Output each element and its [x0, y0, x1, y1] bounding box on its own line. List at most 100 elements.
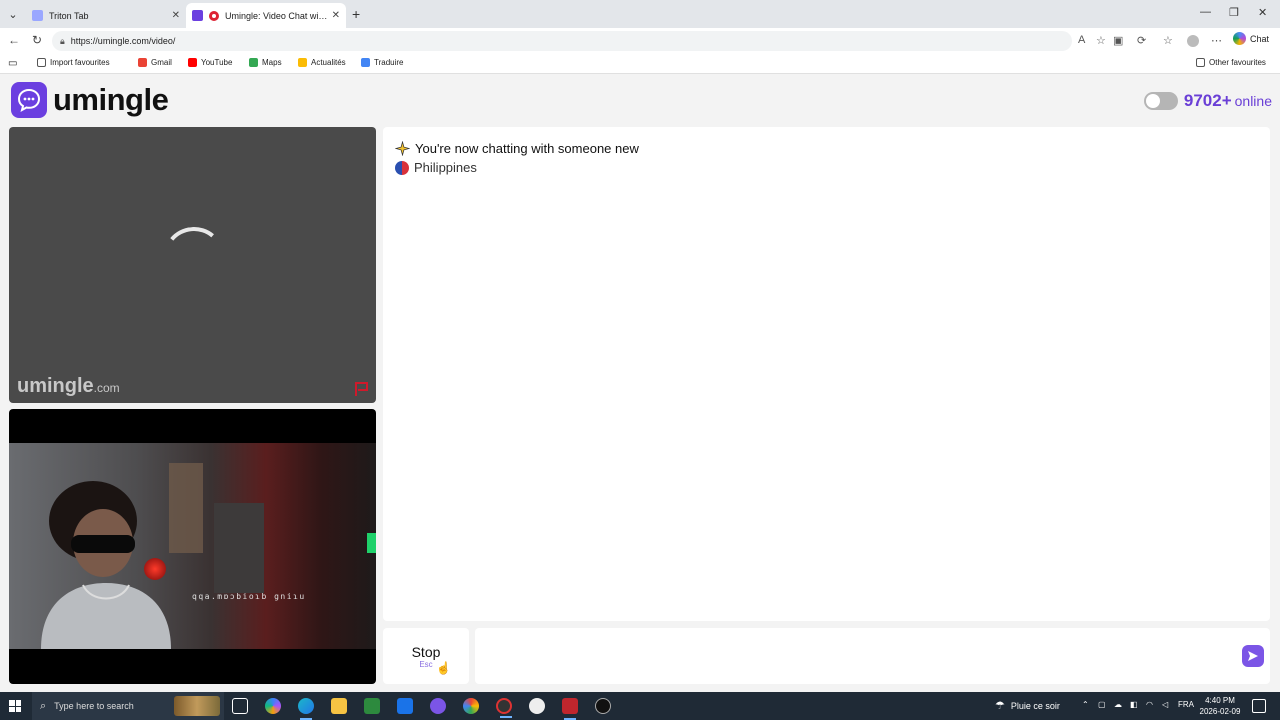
read-aloud-icon[interactable]: A	[1078, 34, 1085, 46]
show-hidden-icons-icon[interactable]: ⌃	[1082, 700, 1089, 709]
taskbar-clock[interactable]: 4:40 PM 2026-02-09	[1198, 695, 1242, 717]
close-tab-icon[interactable]: ✕	[332, 10, 340, 21]
clock-time: 4:40 PM	[1205, 696, 1235, 705]
stop-button[interactable]: Stop Esc	[383, 628, 469, 684]
maximize-icon[interactable]: ❐	[1229, 6, 1239, 19]
weather-widget[interactable]: ☂ Pluie ce soir	[995, 699, 1060, 712]
notifications-icon[interactable]	[1252, 699, 1266, 713]
stop-label: Stop	[411, 643, 441, 660]
app-icon-dark[interactable]	[595, 698, 611, 714]
close-tab-icon[interactable]: ✕	[172, 10, 180, 21]
reload-icon[interactable]: ↻	[32, 33, 42, 47]
address-bar[interactable]: 🔒︎ https://umingle.com/video/	[52, 31, 1072, 51]
tab-title: Umingle: Video Chat with Stra	[225, 10, 328, 21]
report-flag-icon[interactable]	[354, 381, 370, 397]
bookmark-label: Other favourites	[1209, 58, 1266, 67]
taskbar-search[interactable]: ⌕ Type here to search	[32, 692, 224, 720]
chat-country-text: Philippines	[414, 160, 477, 175]
profile-avatar[interactable]	[1187, 35, 1199, 47]
watermark-suffix: .com	[93, 381, 120, 395]
bookmark-label: Import favourites	[50, 58, 110, 67]
wifi-icon[interactable]: ◠	[1146, 700, 1153, 709]
bookmark-youtube[interactable]: YouTube	[188, 58, 232, 67]
message-input[interactable]	[475, 628, 1270, 684]
favourites-icon[interactable]: ☆	[1163, 34, 1173, 47]
bookmarks-menu-icon[interactable]: ▭	[8, 58, 17, 69]
windows-taskbar: ⌕ Type here to search ☂ Pluie ce soir ⌃ …	[0, 692, 1280, 720]
bookmark-maps[interactable]: Maps	[249, 58, 282, 67]
wall-poster-image	[169, 463, 203, 553]
recorder-icon[interactable]	[496, 698, 512, 718]
rain-cloud-icon: ☂	[995, 700, 1005, 712]
app-icon-purple[interactable]	[430, 698, 446, 714]
tab-umingle[interactable]: Umingle: Video Chat with Stra ✕	[186, 3, 346, 28]
sparkle-icon	[395, 141, 410, 156]
store-icon[interactable]	[364, 698, 380, 714]
close-window-icon[interactable]: ✕	[1258, 6, 1267, 19]
lock-icon: 🔒︎	[60, 35, 65, 46]
outlook-icon[interactable]	[397, 698, 413, 714]
refresh-extension-icon[interactable]: ⟳	[1137, 34, 1146, 47]
camera-icon[interactable]: ▣	[1113, 34, 1123, 47]
browser-toolbar: ← ↻ 🔒︎ https://umingle.com/video/ A ☆ ▣ …	[0, 28, 1280, 54]
back-arrow-icon[interactable]: ←	[8, 33, 20, 47]
bookmark-traduire[interactable]: Traduire	[361, 58, 404, 67]
news-icon	[298, 58, 307, 67]
recording-indicator-icon	[209, 10, 219, 21]
volume-icon[interactable]: ◁	[1162, 700, 1168, 709]
bookmark-actualites[interactable]: Actualités	[298, 58, 346, 67]
chat-panel: You're now chatting with someone new Phi…	[383, 127, 1270, 621]
online-count: 9702+	[1183, 91, 1232, 110]
app-icon-circle[interactable]	[529, 698, 545, 714]
bookmark-gmail[interactable]: Gmail	[138, 58, 172, 67]
new-tab-plus-icon[interactable]: +	[352, 6, 360, 22]
wall-art-image	[214, 503, 264, 593]
send-arrow-icon	[1248, 651, 1258, 661]
watermark-text: umingle	[17, 375, 94, 397]
philippines-flag-icon	[395, 160, 409, 175]
video-watermark: umingle.com	[17, 375, 120, 398]
copilot-chat-button[interactable]: Chat	[1233, 32, 1269, 45]
other-favourites[interactable]: Other favourites	[1196, 58, 1266, 67]
hand-cursor-icon: ☝	[436, 661, 451, 675]
windows-start-icon[interactable]	[9, 700, 21, 712]
task-view-icon[interactable]	[232, 698, 248, 714]
local-video: qqa.mɒɔbioɿb gniɿu	[9, 409, 376, 684]
theme-toggle[interactable]	[1143, 92, 1178, 110]
clock-date: 2026-02-09	[1199, 707, 1241, 716]
chat-country-line: Philippines	[395, 160, 477, 175]
edge-taskbar-icon[interactable]	[298, 698, 314, 720]
send-button[interactable]	[1242, 645, 1264, 667]
tray-network-icon[interactable]: ◧	[1130, 700, 1138, 709]
url-text: https://umingle.com/video/	[70, 36, 176, 46]
stop-shortcut: Esc	[419, 659, 433, 669]
tray-cloud-icon[interactable]: ☁	[1114, 700, 1122, 709]
brand-logo-link[interactable]: umingle	[11, 82, 169, 118]
browser-tab-bar: ⌄ Triton Tab ✕ Umingle: Video Chat with …	[0, 0, 1280, 28]
bookmark-import-favourites[interactable]: Import favourites	[37, 58, 110, 67]
brand-name: umingle	[53, 82, 169, 117]
app-icon-red[interactable]	[562, 698, 578, 720]
tab-list-chevron-icon[interactable]: ⌄	[4, 5, 22, 23]
toggle-knob	[1145, 94, 1160, 108]
umingle-page: umingle 9702+ online umingle.com qqa.mɒɔ…	[0, 75, 1280, 692]
copilot-taskbar-icon[interactable]	[265, 698, 281, 714]
chrome-icon[interactable]	[463, 698, 479, 714]
maps-icon	[249, 58, 258, 67]
tray-app-icon[interactable]: ▢	[1098, 700, 1106, 709]
minimize-icon[interactable]: —	[1200, 6, 1211, 18]
favourite-star-icon[interactable]: ☆	[1096, 34, 1106, 47]
more-options-icon[interactable]: ⋯	[1211, 34, 1222, 47]
folder-icon	[1196, 58, 1205, 67]
youtube-icon	[188, 58, 197, 67]
chat-bubble-logo-icon	[11, 82, 47, 118]
gmail-icon	[138, 58, 147, 67]
bookmarks-bar: ▭ Import favourites Gmail YouTube Maps A…	[0, 54, 1280, 74]
file-explorer-icon[interactable]	[331, 698, 347, 714]
language-indicator[interactable]: FRA	[1178, 700, 1194, 709]
search-icon: ⌕	[40, 699, 47, 712]
tab-triton[interactable]: Triton Tab ✕	[26, 3, 186, 28]
webcam-overlay-text: qqa.mɒɔbioɿb gniɿu	[192, 592, 306, 601]
chat-status-text: You're now chatting with someone new	[415, 141, 639, 156]
bookmark-label: Traduire	[374, 58, 404, 67]
